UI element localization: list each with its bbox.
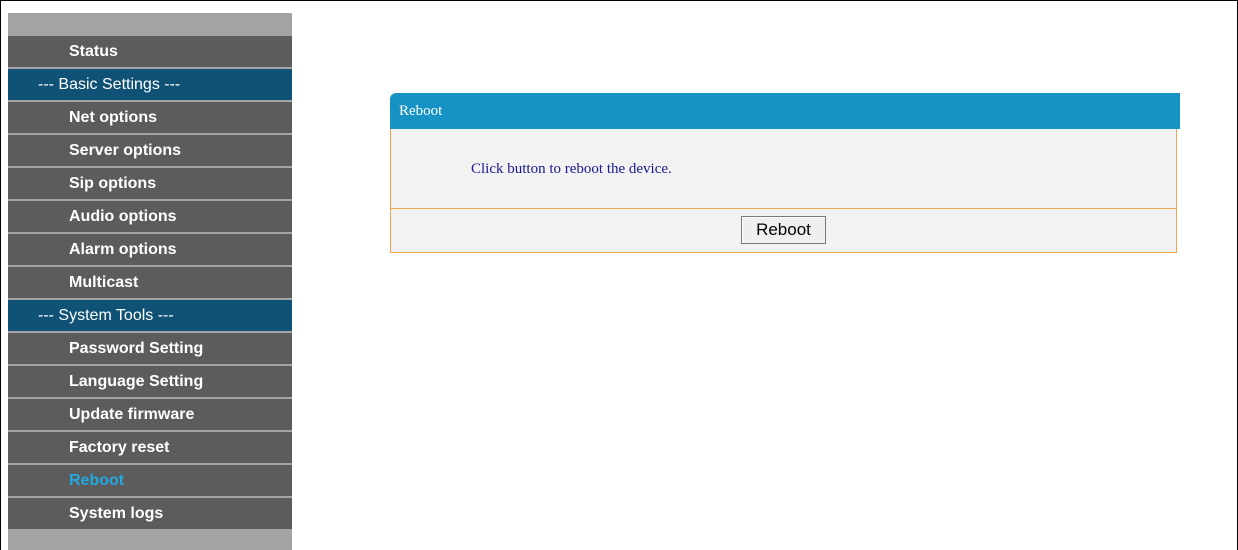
sidebar-item-sip-options[interactable]: Sip options bbox=[8, 168, 292, 199]
sidebar-top-bar bbox=[8, 13, 292, 36]
sidebar-item-status[interactable]: Status bbox=[8, 36, 292, 67]
sidebar-item-factory-reset[interactable]: Factory reset bbox=[8, 432, 292, 463]
sidebar-menu: Status --- Basic Settings --- Net option… bbox=[8, 13, 292, 550]
sidebar-item-server-options[interactable]: Server options bbox=[8, 135, 292, 166]
reboot-panel: Reboot Click button to reboot the device… bbox=[390, 93, 1180, 253]
sidebar-group-basic-settings: --- Basic Settings --- bbox=[8, 69, 292, 100]
sidebar-item-alarm-options[interactable]: Alarm options bbox=[8, 234, 292, 265]
panel-title: Reboot bbox=[390, 93, 1180, 129]
reboot-button[interactable]: Reboot bbox=[741, 216, 826, 244]
sidebar-item-net-options[interactable]: Net options bbox=[8, 102, 292, 133]
panel-actions: Reboot bbox=[391, 209, 1176, 252]
sidebar-item-update-firmware[interactable]: Update firmware bbox=[8, 399, 292, 430]
sidebar-item-language-setting[interactable]: Language Setting bbox=[8, 366, 292, 397]
sidebar-bottom-bar bbox=[8, 531, 292, 547]
sidebar-item-reboot[interactable]: Reboot bbox=[8, 465, 292, 496]
sidebar-group-system-tools: --- System Tools --- bbox=[8, 300, 292, 331]
panel-body: Click button to reboot the device. Reboo… bbox=[390, 129, 1177, 253]
reboot-message: Click button to reboot the device. bbox=[391, 129, 1176, 209]
sidebar-item-multicast[interactable]: Multicast bbox=[8, 267, 292, 298]
sidebar-item-audio-options[interactable]: Audio options bbox=[8, 201, 292, 232]
sidebar-item-password-setting[interactable]: Password Setting bbox=[8, 333, 292, 364]
sidebar-item-system-logs[interactable]: System logs bbox=[8, 498, 292, 529]
